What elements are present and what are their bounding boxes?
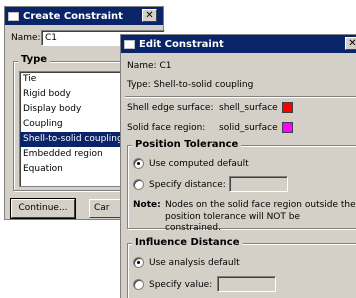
note-label: Note: bbox=[133, 200, 161, 210]
edit-constraint-dialog: Edit Constraint ✕ Name: C1 Type: Shell-t… bbox=[120, 34, 356, 298]
value-input[interactable] bbox=[217, 276, 276, 292]
window-icon bbox=[8, 11, 19, 21]
use-computed-default-radio[interactable] bbox=[133, 158, 144, 169]
shell-edge-label: Shell edge surface: bbox=[127, 103, 214, 113]
solid-face-label: Solid face region: bbox=[127, 123, 206, 133]
use-computed-default-label[interactable]: Use computed default bbox=[149, 159, 249, 169]
shell-edge-value: shell_surface bbox=[219, 103, 278, 113]
continue-button[interactable]: Continue... bbox=[10, 198, 76, 219]
specify-distance-label[interactable]: Specify distance: bbox=[149, 180, 226, 190]
influence-distance-title: Influence Distance bbox=[132, 237, 243, 248]
note-line-2: position tolerance will NOT be constrain… bbox=[165, 212, 300, 233]
create-constraint-titlebar[interactable]: Create Constraint ✕ bbox=[5, 7, 163, 25]
distance-input[interactable] bbox=[229, 176, 288, 192]
divider bbox=[125, 96, 356, 98]
edit-constraint-title: Edit Constraint bbox=[139, 38, 224, 50]
position-tolerance-title: Position Tolerance bbox=[132, 139, 242, 150]
use-analysis-default-label[interactable]: Use analysis default bbox=[149, 258, 240, 268]
edit-constraint-titlebar[interactable]: Edit Constraint ✕ bbox=[121, 35, 356, 53]
specify-value-label[interactable]: Specify value: bbox=[149, 280, 212, 290]
constraint-name: Name: C1 bbox=[127, 61, 172, 71]
solid-face-value: solid_surface bbox=[219, 123, 278, 133]
window-icon bbox=[124, 39, 135, 49]
shell-edge-color-swatch[interactable] bbox=[282, 102, 293, 113]
close-icon[interactable]: ✕ bbox=[345, 37, 356, 50]
create-constraint-title: Create Constraint bbox=[23, 10, 123, 22]
close-icon[interactable]: ✕ bbox=[142, 9, 157, 22]
solid-face-color-swatch[interactable] bbox=[282, 122, 293, 133]
use-analysis-default-radio[interactable] bbox=[133, 257, 144, 268]
constraint-type: Type: Shell-to-solid coupling bbox=[127, 80, 254, 90]
specify-distance-radio[interactable] bbox=[133, 179, 144, 190]
type-group-title: Type bbox=[18, 54, 51, 65]
note-line-1: Nodes on the solid face region outside t… bbox=[165, 200, 356, 210]
name-label: Name: bbox=[11, 33, 41, 43]
specify-value-radio[interactable] bbox=[133, 279, 144, 290]
